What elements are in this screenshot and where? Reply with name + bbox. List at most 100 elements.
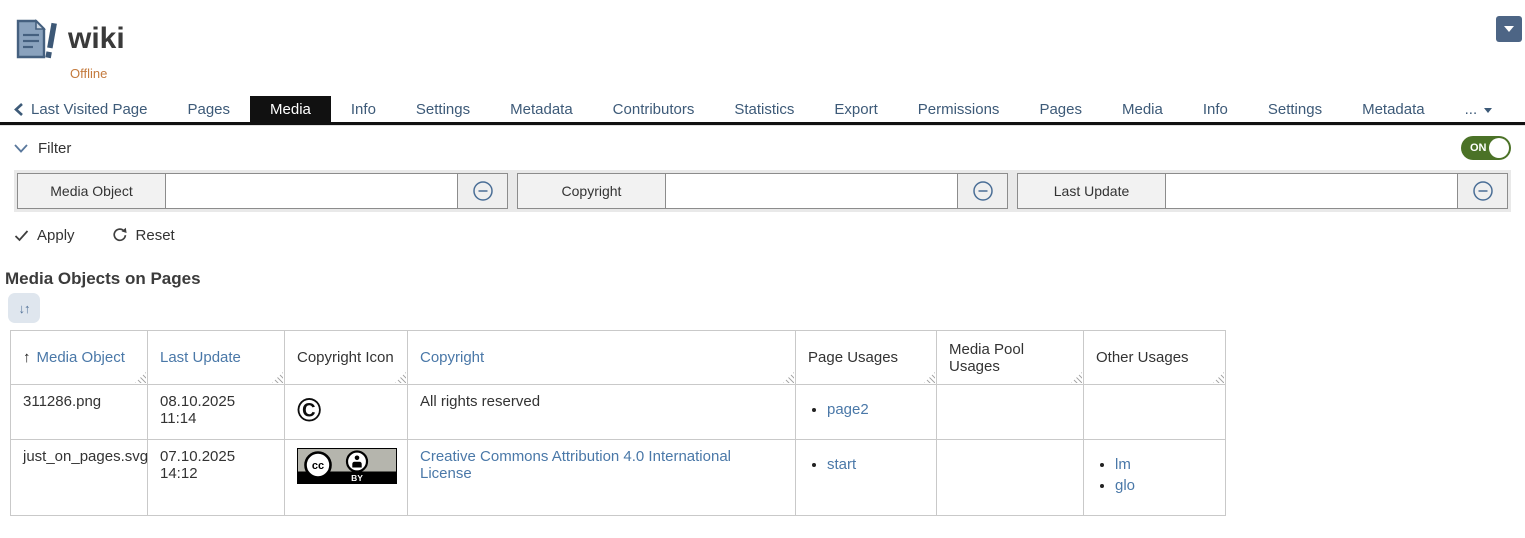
media-objects-table: ↑ Media Object Last Update Copyright Icon…	[10, 330, 1226, 516]
reset-undo-icon	[111, 227, 128, 243]
cell-other-usages: lm glo	[1084, 440, 1226, 516]
column-label: Copyright Icon	[297, 349, 394, 366]
cell-copyright-icon: ©	[285, 385, 408, 440]
cell-other-usages	[1084, 385, 1226, 440]
column-header-other-usages: Other Usages	[1084, 331, 1226, 385]
column-resize-handle[interactable]	[783, 372, 794, 383]
wiki-logo-document-pencil-icon	[14, 16, 58, 62]
last-update-filter-input[interactable]	[1166, 174, 1457, 208]
offline-status-label: Offline	[70, 66, 1525, 81]
filter-group-media-object: Media Object	[17, 173, 508, 209]
filter-title: Filter	[38, 140, 71, 157]
tab-metadata[interactable]: Metadata	[490, 96, 593, 122]
tab-settings[interactable]: Settings	[396, 96, 490, 122]
remove-copyright-filter-button[interactable]	[957, 174, 1007, 208]
check-icon	[14, 229, 29, 242]
column-resize-handle[interactable]	[1213, 372, 1224, 383]
tab-export[interactable]: Export	[814, 96, 897, 122]
reset-button[interactable]: Reset	[111, 227, 175, 244]
copyright-filter-input[interactable]	[666, 174, 957, 208]
column-label: Copyright	[420, 349, 484, 366]
apply-button-label: Apply	[37, 227, 75, 244]
column-resize-handle[interactable]	[395, 372, 406, 383]
column-resize-handle[interactable]	[135, 372, 146, 383]
app-menu-button[interactable]	[1496, 16, 1522, 42]
filter-label-last-update: Last Update	[1018, 174, 1166, 208]
cell-media-pool-usages	[937, 440, 1084, 516]
remove-media-object-filter-button[interactable]	[457, 174, 507, 208]
sort-asc-icon: ↑	[23, 349, 31, 366]
overflow-dots: ...	[1465, 101, 1478, 118]
column-label: Media Pool Usages	[949, 341, 1024, 375]
cell-last-update: 07.10.2025 14:12	[148, 440, 285, 516]
column-header-last-update[interactable]: Last Update	[148, 331, 285, 385]
remove-last-update-filter-button[interactable]	[1457, 174, 1507, 208]
reset-button-label: Reset	[136, 227, 175, 244]
media-object-filter-input[interactable]	[166, 174, 457, 208]
app-header: wiki Offline	[0, 0, 1525, 84]
minus-circle-icon	[972, 180, 994, 202]
page-link[interactable]: page2	[827, 401, 869, 418]
sort-arrows-icon: ↓↑	[19, 301, 30, 316]
tab-info-2[interactable]: Info	[1183, 96, 1248, 122]
chevron-left-icon	[14, 103, 23, 116]
cell-copyright-icon: cc BY	[285, 440, 408, 516]
column-label: Page Usages	[808, 349, 898, 366]
tab-permissions[interactable]: Permissions	[898, 96, 1020, 122]
cell-page-usages: start	[796, 440, 937, 516]
column-header-copyright[interactable]: Copyright	[408, 331, 796, 385]
section-heading: Media Objects on Pages	[5, 269, 1525, 289]
filter-header: Filter ON	[0, 126, 1525, 170]
usage-link[interactable]: lm	[1115, 456, 1131, 473]
tab-pages-2[interactable]: Pages	[1019, 96, 1102, 122]
list-item: start	[827, 456, 924, 473]
cc-by-badge-icon: cc BY	[297, 448, 397, 484]
table-row: 311286.png 08.10.2025 11:14 © All rights…	[11, 385, 1226, 440]
cell-copyright: All rights reserved	[408, 385, 796, 440]
page-link[interactable]: start	[827, 456, 856, 473]
column-header-copyright-icon: Copyright Icon	[285, 331, 408, 385]
caret-down-icon	[1484, 108, 1492, 113]
column-resize-handle[interactable]	[924, 372, 935, 383]
column-resize-handle[interactable]	[272, 372, 283, 383]
cell-copyright: Creative Commons Attribution 4.0 Interna…	[408, 440, 796, 516]
tab-info[interactable]: Info	[331, 96, 396, 122]
cc-letters: cc	[312, 460, 324, 472]
tab-statistics[interactable]: Statistics	[714, 96, 814, 122]
caret-down-icon	[1504, 26, 1514, 32]
cell-media-pool-usages	[937, 385, 1084, 440]
usage-link[interactable]: glo	[1115, 477, 1135, 494]
toggle-on-label: ON	[1470, 142, 1487, 154]
tab-settings-2[interactable]: Settings	[1248, 96, 1342, 122]
license-link[interactable]: Creative Commons Attribution 4.0 Interna…	[420, 448, 731, 482]
chevron-down-icon[interactable]	[14, 144, 28, 153]
column-label: Media Object	[37, 349, 125, 366]
apply-button[interactable]: Apply	[14, 227, 75, 244]
copyright-icon: ©	[297, 391, 321, 428]
list-item: lm	[1115, 456, 1213, 473]
column-header-page-usages: Page Usages	[796, 331, 937, 385]
tab-contributors[interactable]: Contributors	[593, 96, 715, 122]
tab-overflow-menu[interactable]: ...	[1445, 96, 1513, 122]
filter-label-copyright: Copyright	[518, 174, 666, 208]
column-label: Last Update	[160, 349, 241, 366]
list-item: glo	[1115, 477, 1213, 494]
tab-media-2[interactable]: Media	[1102, 96, 1183, 122]
tab-media[interactable]: Media	[250, 96, 331, 122]
sort-order-button[interactable]: ↓↑	[8, 293, 40, 323]
toggle-knob	[1489, 138, 1509, 158]
column-header-media-object[interactable]: ↑ Media Object	[11, 331, 148, 385]
filter-fields-row: Media Object Copyright Last Update	[14, 170, 1511, 212]
nav-last-visited-page[interactable]: Last Visited Page	[0, 96, 167, 122]
tab-pages[interactable]: Pages	[167, 96, 250, 122]
by-label: BY	[351, 473, 363, 483]
column-resize-handle[interactable]	[1071, 372, 1082, 383]
page-title: wiki	[68, 24, 125, 54]
filter-on-toggle[interactable]: ON	[1461, 136, 1511, 160]
tab-metadata-2[interactable]: Metadata	[1342, 96, 1445, 122]
minus-circle-icon	[472, 180, 494, 202]
cell-last-update: 08.10.2025 11:14	[148, 385, 285, 440]
filter-actions: Apply Reset	[14, 221, 1511, 249]
table-header-row: ↑ Media Object Last Update Copyright Icon…	[11, 331, 1226, 385]
filter-group-copyright: Copyright	[517, 173, 1008, 209]
